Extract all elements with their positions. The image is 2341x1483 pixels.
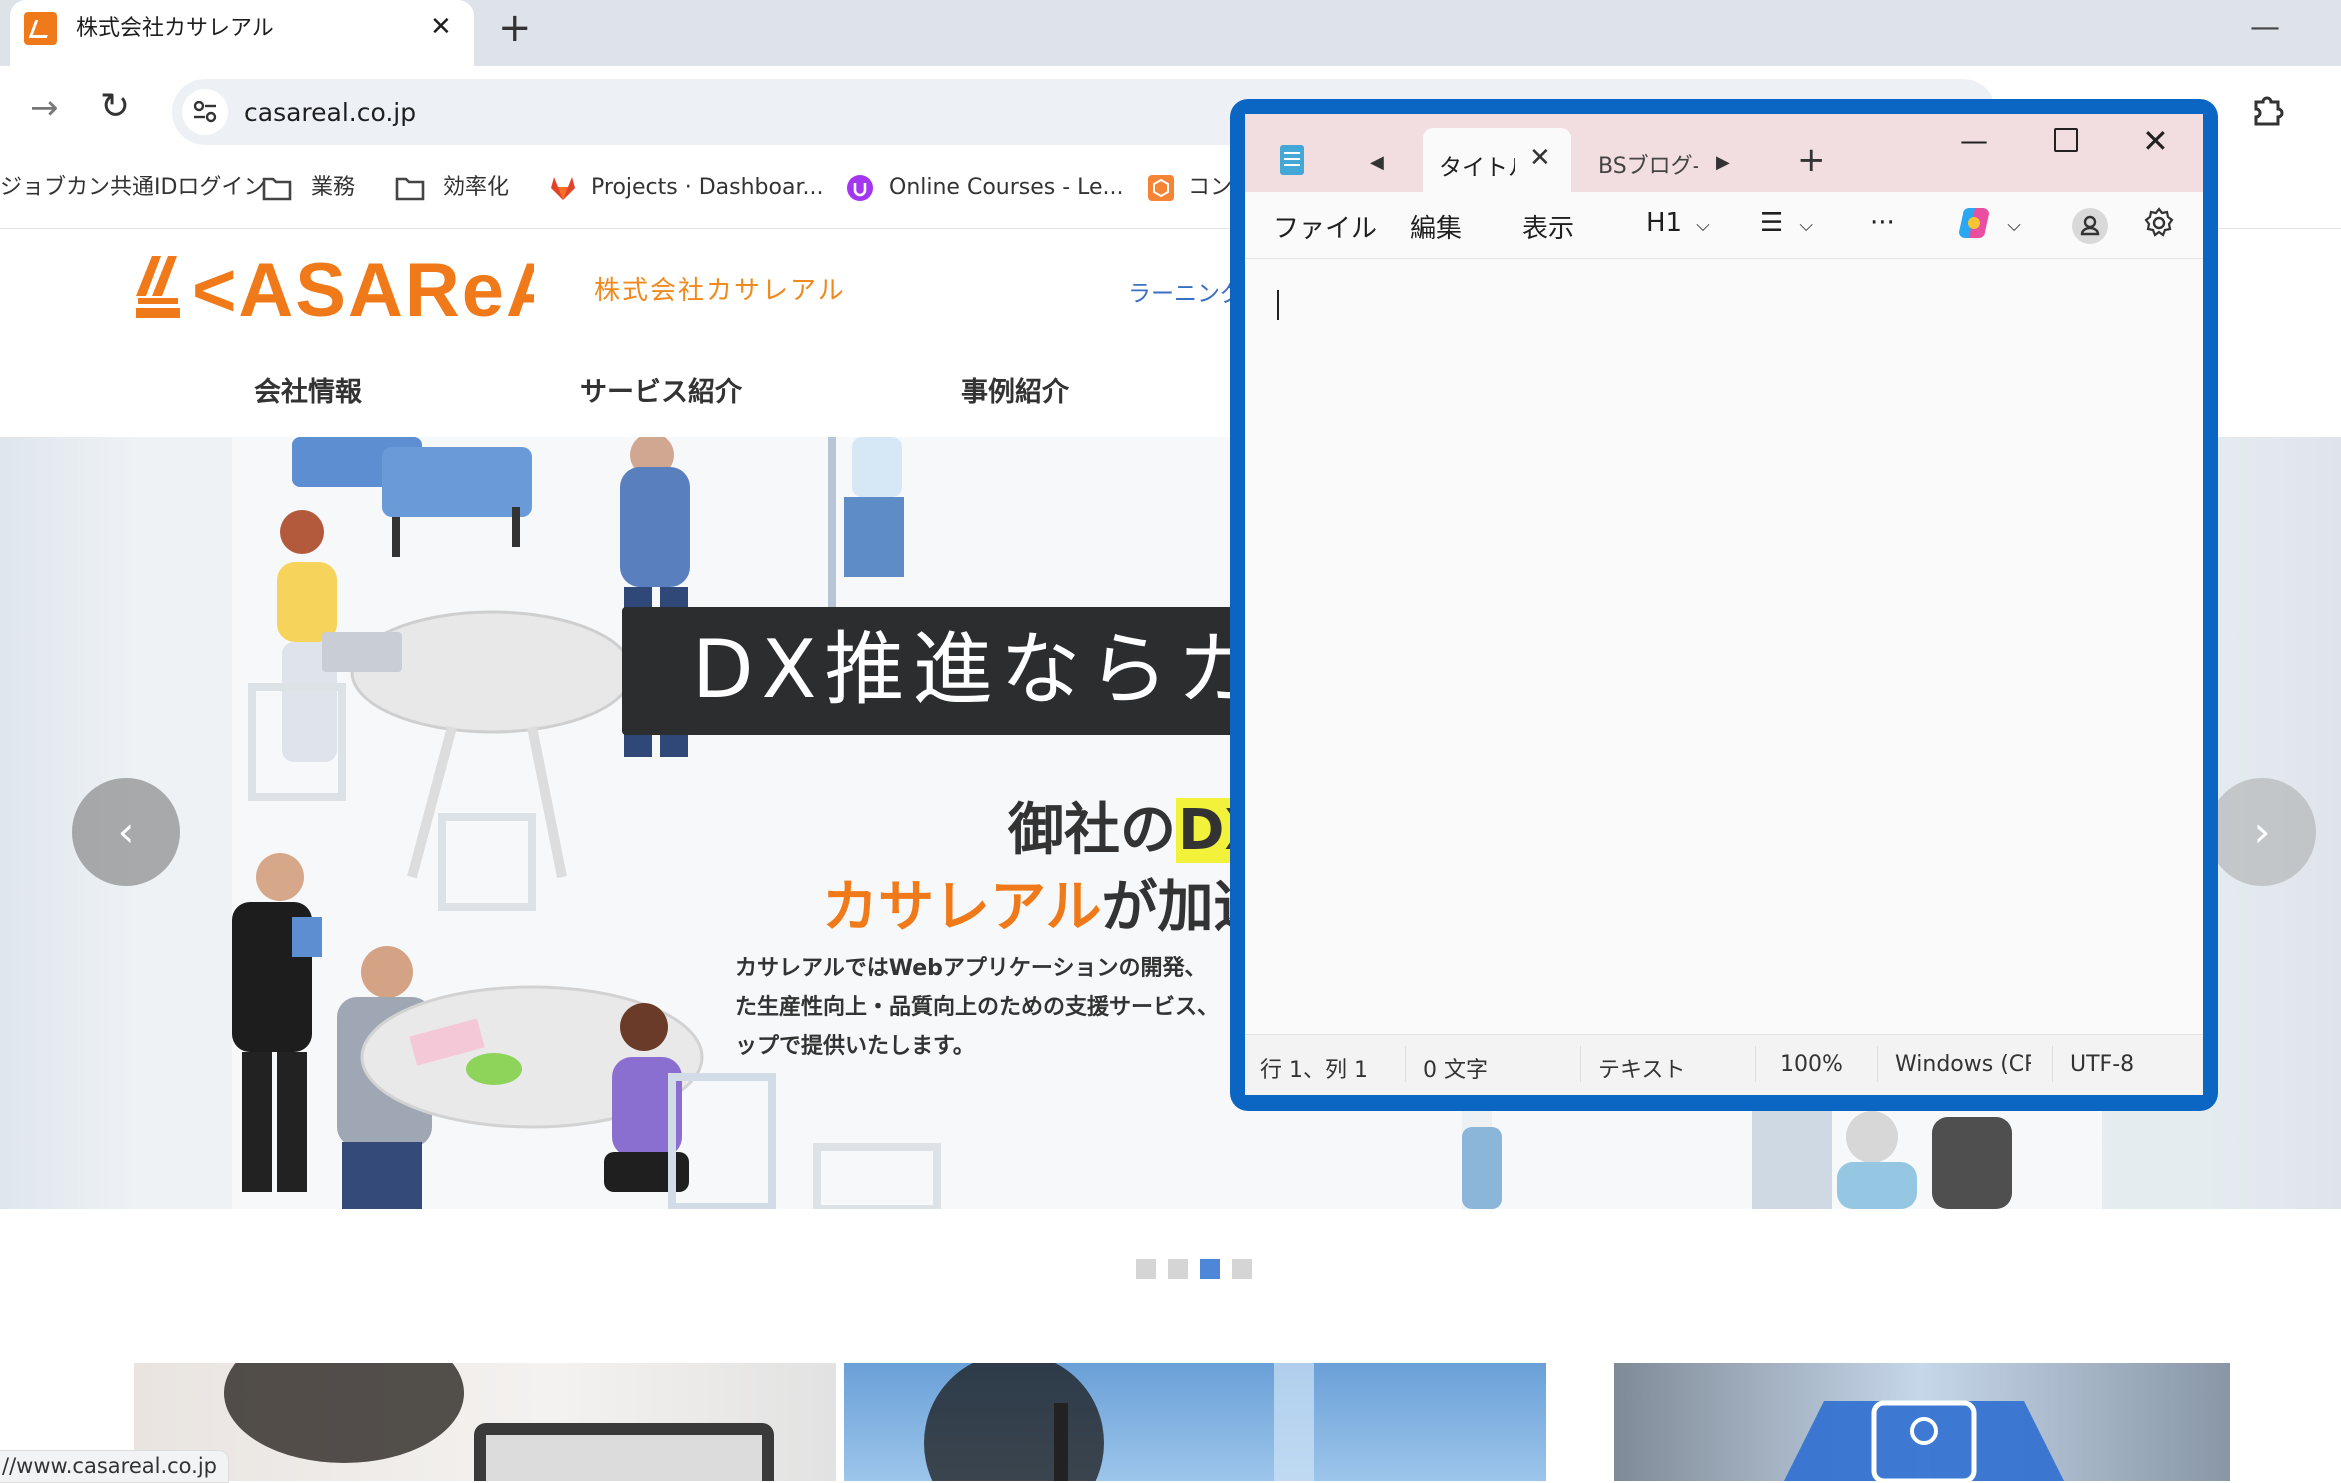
carousel-dot-active[interactable] [1200,1259,1220,1279]
card-photo [924,1363,1314,1481]
copilot-icon [1959,208,1989,238]
carousel-prev-button[interactable]: ‹ [72,778,180,886]
carousel-next-button[interactable]: › [2208,778,2316,886]
notepad-new-tab-button[interactable]: + [1797,140,1826,180]
heading-dropdown[interactable]: H1 ⌵ [1646,208,1710,238]
aws-icon [1148,175,1174,201]
notepad-close-icon[interactable]: ✕ [2142,122,2169,160]
site-info-icon[interactable] [182,89,228,135]
bookmark-folder-kouritsuka[interactable]: 効率化 [443,170,509,206]
carousel-dot[interactable] [1168,1259,1188,1279]
bookmark-folder-gyomu[interactable]: 業務 [311,170,355,206]
chevron-down-icon: ⌵ [2007,214,2021,236]
status-separator [1405,1046,1406,1082]
service-card-3[interactable] [1614,1363,2230,1481]
learning-link[interactable]: ラーニング [1128,274,1243,308]
notepad-maximize-icon[interactable] [2054,128,2078,152]
menu-edit[interactable]: 編集 [1410,208,1462,245]
carousel-dot[interactable] [1136,1259,1156,1279]
casareal-logo[interactable]: <ASAReAL [134,248,609,333]
hero-headline-1-text: 御社の [1008,798,1176,863]
account-avatar-icon[interactable] [2072,208,2108,244]
new-tab-button[interactable]: + [498,6,532,50]
menu-file[interactable]: ファイル [1273,208,1377,245]
service-card-1[interactable] [134,1363,836,1481]
bullet-list-icon: ☰ [1760,208,1784,238]
browser-minimize-icon[interactable]: — [2250,10,2280,45]
list-dropdown[interactable]: ☰ ⌵ [1760,208,1813,238]
url-text[interactable]: casareal.co.jp [244,95,416,131]
status-bar-url: //www.casareal.co.jp [0,1450,229,1483]
tab-title: 株式会社カサレアル [76,16,274,41]
status-line-ending[interactable]: Windows (CRLF) [1895,1052,2031,1077]
notepad-app-icon [1280,145,1304,175]
nav-services[interactable]: サービス紹介 [580,370,742,409]
casareal-favicon-icon [24,12,57,45]
status-separator [1580,1046,1581,1082]
card-photo [224,1363,774,1481]
status-separator [1877,1046,1878,1082]
bookmark-gitlab-projects[interactable]: Projects · Dashboar... [591,170,823,206]
notepad-tab-close-icon[interactable]: ✕ [1529,143,1551,173]
service-card-2[interactable] [844,1363,1546,1481]
hero-description-line: ップで提供いたします。 [735,1034,975,1059]
hero-description-line: た生産性向上・品質向上のための支援サービス、 [735,995,1220,1020]
reload-icon[interactable]: ↻ [100,86,130,127]
hero-description-line: カサレアルではWebアプリケーションの開発、 [735,956,1207,981]
tab-close-icon[interactable]: ✕ [430,10,452,44]
status-separator [1755,1046,1756,1082]
settings-gear-icon[interactable] [2142,206,2176,247]
company-name: 株式会社カサレアル [594,276,846,306]
udemy-icon [847,175,873,201]
card-photo [1784,1400,2064,1481]
chevron-down-icon: ⌵ [1799,215,1813,236]
status-encoding[interactable]: UTF-8 [2070,1052,2134,1077]
notepad-tab-2[interactable]: BSブログ- [1598,148,1698,180]
extensions-puzzle-icon[interactable] [2250,92,2286,132]
nav-case-studies[interactable]: 事例紹介 [961,370,1069,409]
status-char-count: 0 文字 [1423,1058,1488,1083]
notepad-status-bar [1245,1034,2203,1095]
bookmark-online-courses[interactable]: Online Courses - Le... [889,170,1124,206]
text-caret [1277,290,1279,320]
copilot-dropdown[interactable]: ⌵ [1957,206,2021,240]
hero-banner-text: DX推進ならカ [692,623,1265,716]
folder-icon [262,177,292,201]
nav-company-info[interactable]: 会社情報 [254,370,362,409]
bookmark-jobcan[interactable]: ジョブカン共通IDログイン [0,170,265,206]
status-separator [2052,1046,2053,1082]
notepad-menu-bar [1245,192,2203,259]
folder-icon [395,177,425,201]
status-zoom[interactable]: 100% [1780,1052,1843,1077]
heading-label: H1 [1646,208,1683,238]
forward-arrow-icon[interactable]: → [30,88,59,128]
notepad-minimize-icon[interactable]: — [1960,124,1988,157]
menu-view[interactable]: 表示 [1522,208,1574,245]
hero-headline-2-brand: カサレアル [822,875,1102,940]
more-options-button[interactable]: ··· [1870,208,1895,238]
hero-headline-2: カサレアルが加速 [822,862,1269,943]
tab-scroll-left-icon[interactable]: ◀ [1370,152,1384,173]
status-cursor-position[interactable]: 行 1、列 1 [1260,1052,1368,1084]
notepad-tab-title[interactable]: タイトル [1439,148,1515,182]
gitlab-icon [551,177,575,200]
status-format-mode[interactable]: テキスト [1598,1052,1685,1084]
notepad-editor-area[interactable] [1245,114,2203,1094]
carousel-dot[interactable] [1232,1259,1252,1279]
chevron-down-icon: ⌵ [1696,215,1710,236]
tab-scroll-right-icon[interactable]: ▶ [1716,152,1730,173]
svg-text:<ASAReAL: <ASAReAL [192,248,534,324]
